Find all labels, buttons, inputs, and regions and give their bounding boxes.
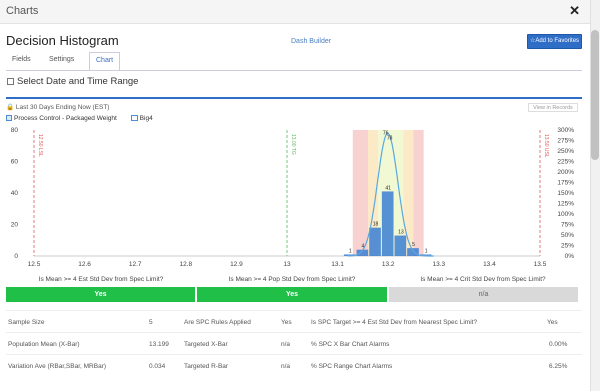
y-right-tick-label: 200% xyxy=(557,169,574,176)
stat-value: 0.034 xyxy=(149,363,166,370)
x-tick-label: 13.4 xyxy=(483,261,496,266)
y-tick-label: 0 xyxy=(14,253,18,260)
range-info: 🔒 Last 30 Days Ending Now (EST) xyxy=(6,104,110,111)
range-info-text: Last 30 Days Ending Now (EST) xyxy=(15,104,110,111)
stat-label: % SPC Range Chart Alarms xyxy=(311,363,393,370)
close-icon[interactable]: ✕ xyxy=(569,3,580,19)
stat-value: 0.00% xyxy=(549,341,568,348)
bar-data-label: 18 xyxy=(373,222,379,228)
spec-limit-label: 13.50 USL xyxy=(543,134,549,158)
bar-data-label: 1 xyxy=(349,248,352,254)
decision-result-2: Yes xyxy=(197,287,387,302)
stat-label: Sample Size xyxy=(8,319,45,326)
stat-value: 6.25% xyxy=(549,363,568,370)
x-tick-label: 12.7 xyxy=(129,261,142,266)
stat-label: Variation Ave (RBar,SBar, MRBar) xyxy=(8,363,107,370)
y-tick-label: 60 xyxy=(11,159,19,166)
big-label: Big4 xyxy=(139,115,153,122)
bar-data-label: 5 xyxy=(412,242,415,248)
y-right-tick-label: 100% xyxy=(557,211,574,218)
x-tick-label: 13.3 xyxy=(432,261,445,266)
charts-dialog: Charts ✕ Decision Histogram Dash Builder… xyxy=(0,0,600,391)
stat-value: n/a xyxy=(281,341,291,348)
dialog-titlebar: Charts ✕ xyxy=(0,0,590,24)
y-tick-label: 80 xyxy=(11,127,19,134)
select-range-label: Select Date and Time Range xyxy=(17,76,139,87)
scrollbar-thumb[interactable] xyxy=(591,30,599,160)
control-zone xyxy=(352,130,368,256)
scrollbar[interactable] xyxy=(590,0,600,391)
y-tick-label: 40 xyxy=(11,190,19,197)
stat-label: Targeted X-Bar xyxy=(184,341,228,348)
peak-label: 78 xyxy=(387,135,393,141)
control-zone xyxy=(413,130,424,256)
y-right-tick-label: 175% xyxy=(557,180,574,187)
section-divider xyxy=(6,97,582,99)
cube-icon xyxy=(130,115,138,121)
spec-limit-label: 13.00 TG xyxy=(290,134,296,155)
y-right-tick-label: 225% xyxy=(557,159,574,166)
stat-value: Yes xyxy=(281,319,292,326)
y-right-tick-label: 50% xyxy=(561,232,574,239)
decision-question-2: Is Mean >= 4 Pop Std Dev from Spec Limit… xyxy=(228,276,356,283)
process-label: Process Control - Packaged Weight xyxy=(14,115,117,122)
stat-label: Are SPC Rules Applied xyxy=(184,319,251,326)
x-tick-label: 12.8 xyxy=(179,261,192,266)
tab-chart[interactable]: Chart xyxy=(89,52,121,71)
stat-value: Yes xyxy=(547,319,558,326)
y-right-tick-label: 125% xyxy=(557,201,574,208)
y-right-tick-label: 300% xyxy=(557,127,574,134)
spec-limit-label: 12.50 LSL xyxy=(37,134,43,157)
stats-row: Variation Ave (RBar,SBar, MRBar) 0.034 T… xyxy=(6,354,582,376)
y-right-tick-label: 150% xyxy=(557,190,574,197)
table-icon xyxy=(6,115,12,121)
x-tick-label: 13 xyxy=(283,261,291,266)
stats-table: Sample Size 5 Are SPC Rules Applied Yes … xyxy=(6,310,582,376)
y-right-tick-label: 250% xyxy=(557,148,574,155)
page-title: Decision Histogram xyxy=(6,33,119,48)
bar-data-label: 41 xyxy=(385,185,391,191)
histogram-bar xyxy=(369,227,381,256)
tab-divider xyxy=(6,70,582,71)
tab-settings[interactable]: Settings xyxy=(43,52,80,67)
decision-result-3: n/a xyxy=(389,287,578,302)
bar-data-label: 13 xyxy=(398,230,404,236)
stat-value: n/a xyxy=(281,363,291,370)
stat-label: Targeted R-Bar xyxy=(184,363,229,370)
x-tick-label: 13.2 xyxy=(382,261,395,266)
x-tick-label: 13.1 xyxy=(331,261,344,266)
stat-label: Is SPC Target >= 4 Est Std Dev from Near… xyxy=(311,319,478,326)
stat-label: Population Mean (X-Bar) xyxy=(8,341,80,348)
stats-row: Population Mean (X-Bar) 13.199 Targeted … xyxy=(6,332,582,354)
add-to-favorites-button[interactable]: ☆Add to Favorites xyxy=(527,34,582,49)
y-right-tick-label: 0% xyxy=(565,253,575,260)
decision-question-3: Is Mean >= 4 Crit Std Dev from Spec Limi… xyxy=(420,276,546,283)
stat-label: % SPC X Bar Chart Alarms xyxy=(311,341,390,348)
favorite-label: Add to Favorites xyxy=(535,38,580,44)
stat-value: 5 xyxy=(149,319,153,326)
stat-value: 13.199 xyxy=(149,341,169,348)
x-tick-label: 12.6 xyxy=(78,261,91,266)
histogram-chart: 806040200300%275%250%225%200%175%150%125… xyxy=(11,127,575,266)
x-tick-label: 13.5 xyxy=(534,261,547,266)
x-tick-label: 12.5 xyxy=(28,261,41,266)
select-range-checkbox[interactable] xyxy=(7,78,14,85)
dialog-title: Charts xyxy=(6,5,39,17)
dash-builder-link[interactable]: Dash Builder xyxy=(291,38,331,45)
x-tick-label: 12.9 xyxy=(230,261,243,266)
histogram-bar xyxy=(381,191,394,256)
stats-row: Sample Size 5 Are SPC Rules Applied Yes … xyxy=(6,310,582,332)
y-tick-label: 20 xyxy=(11,222,19,229)
select-date-range[interactable]: Select Date and Time Range xyxy=(7,76,138,87)
y-right-tick-label: 75% xyxy=(561,222,574,229)
process-info: Process Control - Packaged Weight Big4 xyxy=(6,115,153,122)
view-records-button[interactable]: View in Records xyxy=(528,103,578,112)
bar-data-label: 1 xyxy=(425,248,428,254)
y-right-tick-label: 275% xyxy=(557,138,574,145)
decision-question-1: Is Mean >= 4 Est Std Dev from Spec Limit… xyxy=(38,276,164,283)
y-right-tick-label: 25% xyxy=(561,243,574,250)
tab-fields[interactable]: Fields xyxy=(6,52,37,67)
histogram-bar xyxy=(394,235,407,256)
decision-result-1: Yes xyxy=(6,287,195,302)
